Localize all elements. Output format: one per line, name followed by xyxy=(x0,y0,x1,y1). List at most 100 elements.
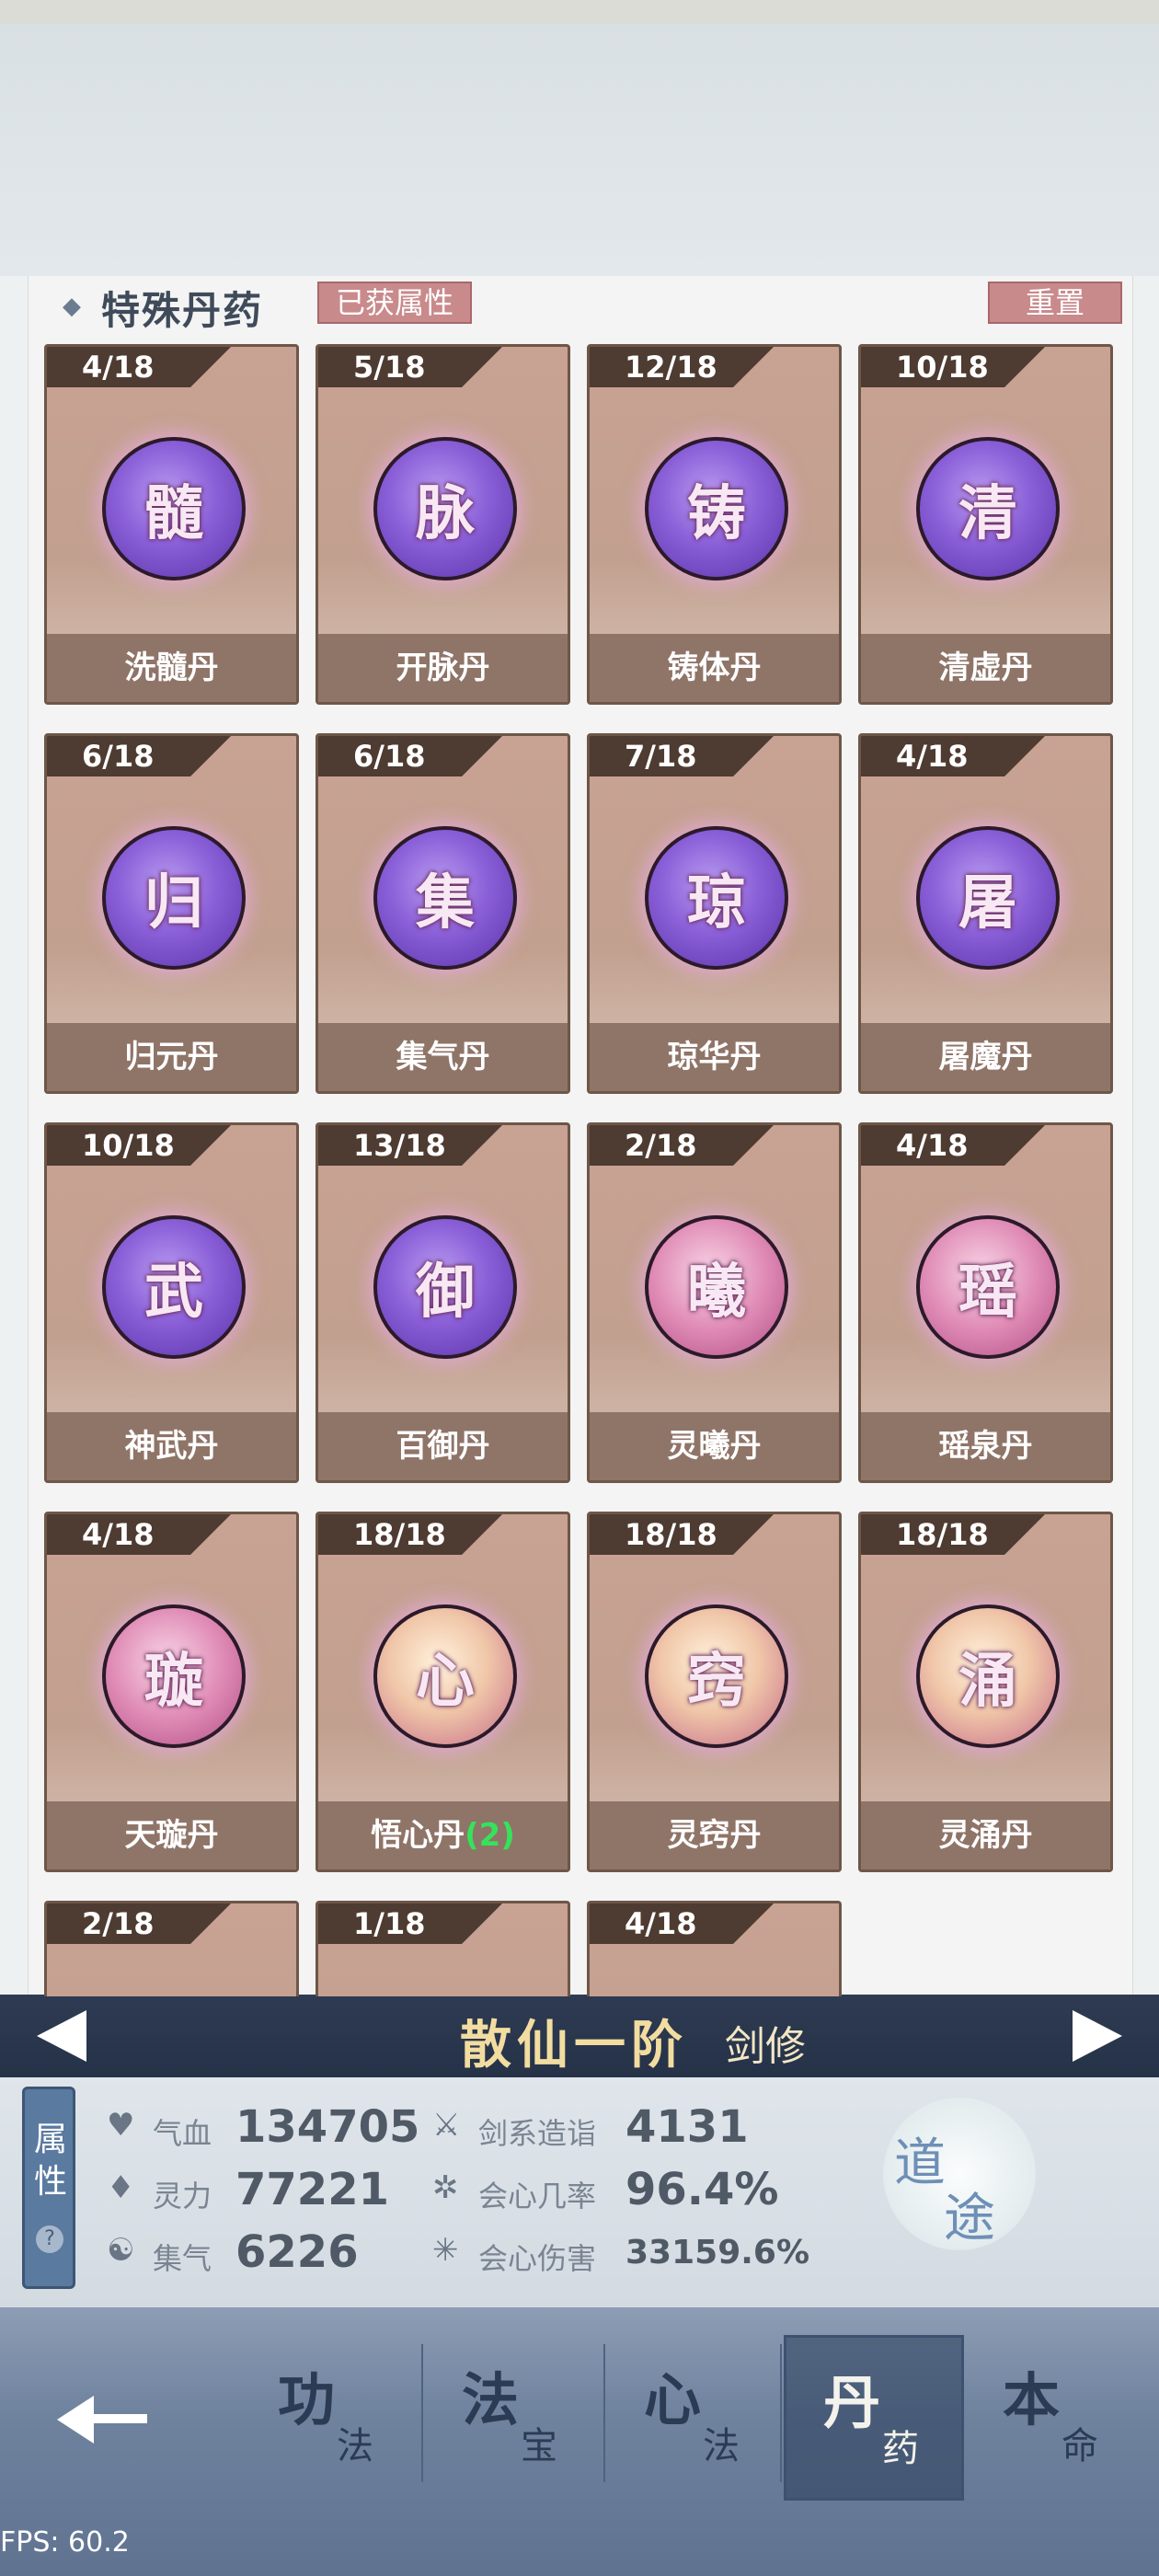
pill-orb-char: 归 xyxy=(144,868,203,937)
stats-panel: 属性 ? ♥ 气血 134705 ⚔ 剑系造诣 4131 ♦ 灵力 77221 ✲ 会心几率 96.4… xyxy=(0,2077,1159,2307)
pill-card[interactable]: 4/18 璇天璇丹 xyxy=(44,1512,299,1872)
stat-label: 会心伤害 xyxy=(478,2241,597,2276)
top-strip xyxy=(0,0,1159,24)
obtained-attributes-button[interactable]: 已获属性 xyxy=(317,282,473,324)
diamond-icon: ◆ xyxy=(63,293,81,320)
pill-count: 6/18 xyxy=(47,736,231,776)
pill-card[interactable]: 2/18 曦灵曦丹 xyxy=(587,1122,842,1483)
pill-name: 铸体丹 xyxy=(590,634,839,702)
stat-value: 96.4% xyxy=(625,2164,779,2215)
pill-name: 悟心丹(2) xyxy=(318,1801,568,1869)
pill-card[interactable]: 6/18 集集气丹 xyxy=(316,733,570,1094)
pill-card[interactable]: 5/18 脉开脉丹 xyxy=(316,344,570,705)
pill-count: 2/18 xyxy=(47,1903,231,1944)
pill-name: 归元丹 xyxy=(47,1023,296,1091)
back-button[interactable] xyxy=(52,2372,153,2464)
pill-orb-icon: 曦 xyxy=(645,1215,788,1359)
bottom-nav: 功法法宝心法丹药本命 xyxy=(0,2307,1159,2576)
pill-count: 4/18 xyxy=(861,1125,1045,1166)
stat-value: 134705 xyxy=(235,2101,420,2153)
pill-name-text: 集气丹 xyxy=(396,1039,490,1075)
pill-card[interactable]: 4/18 髓洗髓丹 xyxy=(44,344,299,705)
pill-name: 神武丹 xyxy=(47,1412,296,1480)
pill-card[interactable]: 13/18 御百御丹 xyxy=(316,1122,570,1483)
pill-card[interactable]: 18/18 涌灵涌丹 xyxy=(858,1512,1113,1872)
nav-tab-sub: 药 xyxy=(882,2428,919,2470)
pill-name-text: 灵窍丹 xyxy=(667,1817,762,1854)
pill-name-text: 屠魔丹 xyxy=(938,1039,1033,1075)
nav-tab-1[interactable]: 法宝 xyxy=(425,2335,605,2501)
crit-icon: ✲ xyxy=(432,2169,459,2206)
nav-tab-main: 功 xyxy=(278,2366,336,2433)
nav-tab-4[interactable]: 本命 xyxy=(966,2335,1146,2501)
stat-3: ✲ 会心几率 96.4% xyxy=(432,2160,819,2215)
pill-card[interactable]: 4/18 瑶瑶泉丹 xyxy=(858,1122,1113,1483)
pill-name-text: 灵曦丹 xyxy=(667,1428,762,1465)
pill-count: 18/18 xyxy=(318,1514,502,1555)
stat-label: 剑系造诣 xyxy=(478,2116,597,2151)
pill-orb-icon: 武 xyxy=(102,1215,246,1359)
nav-divider xyxy=(421,2344,423,2482)
pill-count: 4/18 xyxy=(47,1514,231,1555)
pill-name: 灵曦丹 xyxy=(590,1412,839,1480)
pill-orb-char: 御 xyxy=(416,1258,475,1327)
nav-tab-main: 本 xyxy=(1003,2366,1061,2433)
nav-tab-sub: 命 xyxy=(1061,2425,1098,2467)
reset-button[interactable]: 重置 xyxy=(988,282,1122,324)
pill-card[interactable]: 6/18 归归元丹 xyxy=(44,733,299,1094)
next-arrow-icon[interactable] xyxy=(1073,2010,1122,2062)
stat-1: ⚔ 剑系造诣 4131 xyxy=(432,2098,819,2153)
stat-value: 77221 xyxy=(235,2164,389,2215)
pill-name: 洗髓丹 xyxy=(47,634,296,702)
pill-name-text: 悟心丹 xyxy=(371,1817,465,1854)
pill-count: 5/18 xyxy=(318,347,502,387)
nav-tab-main: 心 xyxy=(644,2366,702,2433)
pill-card[interactable]: 1/18 xyxy=(316,1901,570,1996)
nav-tab-2[interactable]: 心法 xyxy=(607,2335,787,2501)
stat-label: 气血 xyxy=(153,2116,212,2151)
pill-orb-char: 璇 xyxy=(144,1647,203,1716)
pill-orb-char: 清 xyxy=(958,479,1017,548)
pill-name-text: 瑶泉丹 xyxy=(938,1428,1033,1465)
realm-header: 散仙一阶 剑修 xyxy=(0,1995,1159,2077)
pill-orb-char: 集 xyxy=(416,868,475,937)
pill-name: 集气丹 xyxy=(318,1023,568,1091)
realm-title: 散仙一阶 xyxy=(460,2015,688,2076)
prev-arrow-icon[interactable] xyxy=(37,2010,86,2062)
pill-card[interactable]: 18/18 心悟心丹(2) xyxy=(316,1512,570,1872)
pill-card[interactable]: 4/18 xyxy=(587,1901,842,1996)
pill-card[interactable]: 10/18 清清虚丹 xyxy=(858,344,1113,705)
pill-name-text: 洗髓丹 xyxy=(124,650,219,686)
help-icon[interactable]: ? xyxy=(36,2225,63,2253)
section-header: ◆ 特殊丹药 已获属性 重置 xyxy=(55,276,1122,333)
pill-orb-icon: 瑶 xyxy=(916,1215,1060,1359)
pill-orb-icon: 涌 xyxy=(916,1604,1060,1748)
pill-count: 18/18 xyxy=(590,1514,774,1555)
pill-count: 2/18 xyxy=(590,1125,774,1166)
attributes-tab[interactable]: 属性 ? xyxy=(22,2087,75,2289)
pill-card[interactable]: 12/18 铸铸体丹 xyxy=(587,344,842,705)
class-name: 剑修 xyxy=(725,2023,806,2070)
pill-card[interactable]: 18/18 窍灵窍丹 xyxy=(587,1512,842,1872)
pill-orb-icon: 璇 xyxy=(102,1604,246,1748)
stat-label: 会心几率 xyxy=(478,2179,597,2214)
nav-tab-sub: 法 xyxy=(703,2425,740,2467)
pill-panel[interactable]: ◆ 特殊丹药 已获属性 重置 4/18 髓洗髓丹 5/18 脉开脉丹 12/18 铸铸体丹… xyxy=(0,276,1159,1996)
pill-name: 清虚丹 xyxy=(861,634,1110,702)
dao-path-button[interactable]: 道 途 xyxy=(883,2098,1036,2250)
pill-orb-icon: 脉 xyxy=(373,437,517,581)
pill-count: 18/18 xyxy=(861,1514,1045,1555)
nav-divider xyxy=(780,2344,782,2482)
pill-extra-count: (2) xyxy=(465,1817,515,1854)
pill-name: 琼华丹 xyxy=(590,1023,839,1091)
pill-orb-icon: 屠 xyxy=(916,826,1060,970)
pill-card[interactable]: 2/18 xyxy=(44,1901,299,1996)
pill-orb-icon: 髓 xyxy=(102,437,246,581)
nav-tab-3[interactable]: 丹药 xyxy=(784,2335,964,2501)
pill-count: 4/18 xyxy=(47,347,231,387)
pill-card[interactable]: 10/18 武神武丹 xyxy=(44,1122,299,1483)
pill-count: 12/18 xyxy=(590,347,774,387)
pill-card[interactable]: 4/18 屠屠魔丹 xyxy=(858,733,1113,1094)
nav-tab-0[interactable]: 功法 xyxy=(241,2335,421,2501)
pill-card[interactable]: 7/18 琼琼华丹 xyxy=(587,733,842,1094)
